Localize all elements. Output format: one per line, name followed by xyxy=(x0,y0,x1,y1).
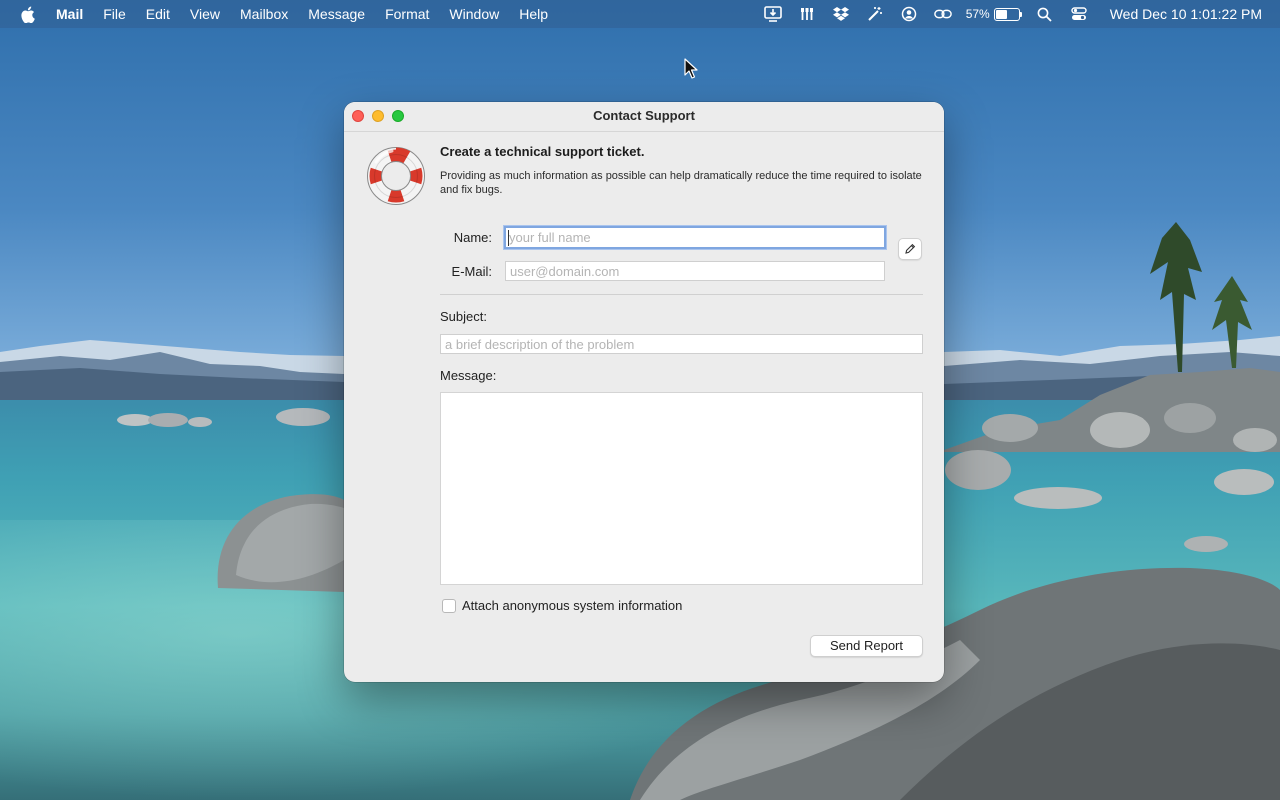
battery-level-fill xyxy=(995,9,1008,19)
menu-format[interactable]: Format xyxy=(375,0,439,28)
send-report-button[interactable]: Send Report xyxy=(810,635,923,657)
battery-icon[interactable] xyxy=(993,7,1022,21)
email-input[interactable] xyxy=(505,261,885,281)
link-icon[interactable] xyxy=(933,5,952,23)
email-label: E-Mail: xyxy=(451,264,492,279)
name-label: Name: xyxy=(453,230,492,245)
menu-view[interactable]: View xyxy=(180,0,230,28)
screen-share-icon[interactable] xyxy=(763,5,782,23)
contact-card-button[interactable] xyxy=(898,238,922,260)
mouse-pointer-icon xyxy=(684,58,698,79)
name-input[interactable] xyxy=(504,226,886,249)
subject-input[interactable] xyxy=(440,334,923,354)
menu-app-mail[interactable]: Mail xyxy=(46,0,93,28)
attach-system-info-label[interactable]: Attach anonymous system information xyxy=(462,598,682,613)
magic-wand-icon[interactable] xyxy=(866,5,884,23)
message-label: Message: xyxy=(440,368,497,383)
window-title: Contact Support xyxy=(593,108,695,123)
menu-edit[interactable]: Edit xyxy=(136,0,180,28)
menu-bar: Mail File Edit View Mailbox Message Form… xyxy=(0,0,1280,28)
attach-system-info-checkbox[interactable] xyxy=(442,599,456,613)
dropbox-icon[interactable] xyxy=(832,5,850,23)
menu-file[interactable]: File xyxy=(93,0,136,28)
status-area: 57% Wed Dec 10 1:01:22 PM xyxy=(756,0,1280,28)
menu-clock[interactable]: Wed Dec 10 1:01:22 PM xyxy=(1110,6,1262,22)
dialog-description: Providing as much information as possibl… xyxy=(440,170,922,196)
menu-window[interactable]: Window xyxy=(439,0,509,28)
apple-menu-icon[interactable] xyxy=(18,5,36,23)
menu-mailbox[interactable]: Mailbox xyxy=(230,0,298,28)
contact-support-window: Contact Support Create a technical suppo… xyxy=(344,102,944,682)
search-icon[interactable] xyxy=(1036,5,1054,23)
message-textarea[interactable] xyxy=(440,392,923,585)
subject-label: Subject: xyxy=(440,309,487,324)
pencil-icon xyxy=(905,243,916,254)
window-titlebar[interactable]: Contact Support xyxy=(344,102,944,132)
battery-percentage: 57% xyxy=(965,7,990,21)
control-center-icon[interactable] xyxy=(1070,5,1088,23)
text-cursor xyxy=(508,230,509,246)
dialog-heading: Create a technical support ticket. xyxy=(440,144,645,159)
user-circle-icon[interactable] xyxy=(900,5,918,23)
menu-message[interactable]: Message xyxy=(298,0,375,28)
menu-help[interactable]: Help xyxy=(509,0,558,28)
tools-icon[interactable] xyxy=(798,5,816,23)
lifebuoy-icon xyxy=(367,147,425,205)
section-divider xyxy=(440,294,923,295)
